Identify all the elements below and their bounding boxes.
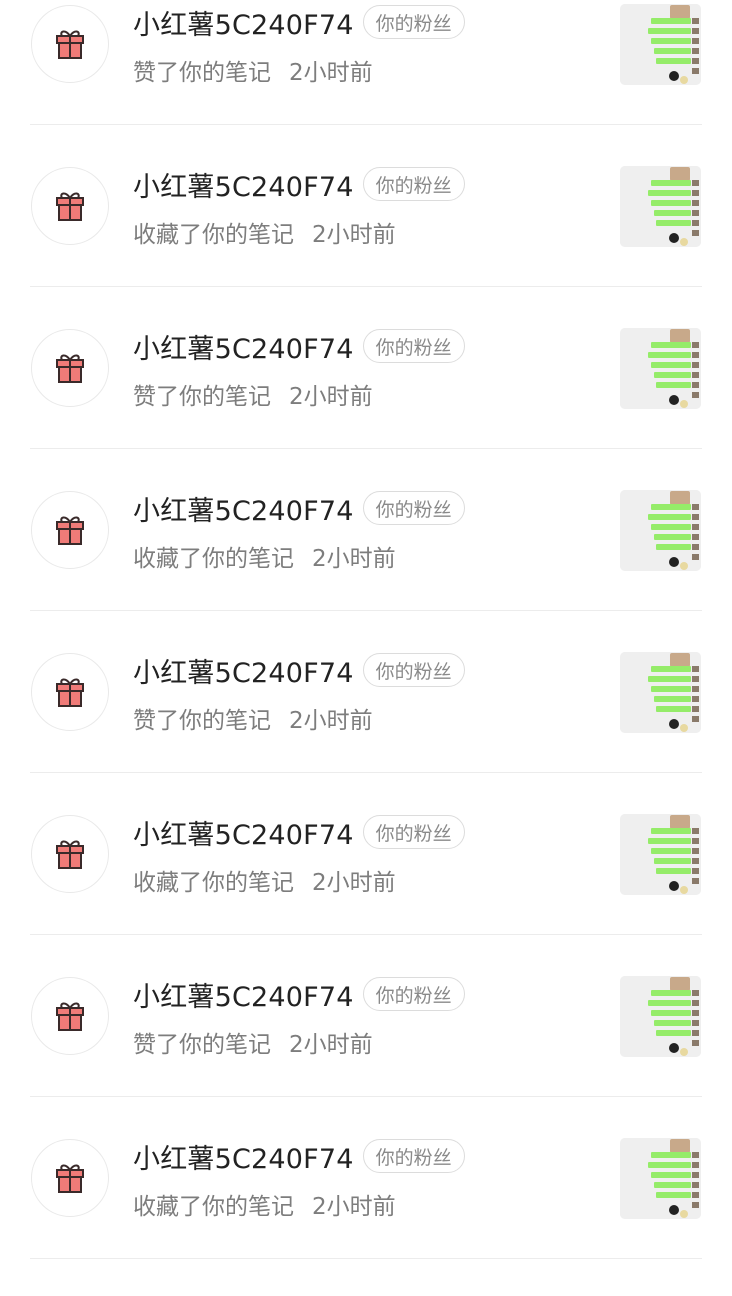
action-line: 赞了你的笔记 2小时前 [133, 700, 373, 736]
row-divider [30, 286, 702, 287]
avatar[interactable] [31, 977, 109, 1055]
fan-badge: 你的粉丝 [362, 491, 465, 525]
row-divider [30, 934, 702, 935]
time-text: 2小时前 [289, 1032, 373, 1058]
notification-item[interactable]: 小红薯5C240F74 你的粉丝 赞了你的笔记 2小时前 [0, 324, 732, 486]
action-text: 收藏了你的笔记 [133, 870, 294, 896]
gift-icon [56, 354, 84, 383]
gift-icon [56, 516, 84, 545]
chat-screenshot-thumbnail [620, 490, 701, 571]
name-line: 小红薯5C240F74 你的粉丝 [133, 1136, 465, 1176]
time-text: 2小时前 [289, 384, 373, 410]
name-line: 小红薯5C240F74 你的粉丝 [133, 974, 465, 1014]
note-thumbnail[interactable] [620, 976, 701, 1057]
time-text: 2小时前 [289, 60, 373, 86]
row-divider [30, 1096, 702, 1097]
name-line: 小红薯5C240F74 你的粉丝 [133, 488, 465, 528]
chat-screenshot-thumbnail [620, 4, 701, 85]
fan-badge: 你的粉丝 [362, 653, 465, 687]
action-line: 赞了你的笔记 2小时前 [133, 52, 373, 88]
name-line: 小红薯5C240F74 你的粉丝 [133, 2, 465, 42]
action-text: 赞了你的笔记 [133, 60, 271, 86]
chat-screenshot-thumbnail [620, 976, 701, 1057]
notification-item[interactable]: 小红薯5C240F74 你的粉丝 收藏了你的笔记 2小时前 [0, 162, 732, 324]
user-name[interactable]: 小红薯5C240F74 [133, 327, 354, 366]
note-thumbnail[interactable] [620, 4, 701, 85]
user-name[interactable]: 小红薯5C240F74 [133, 1137, 354, 1176]
time-text: 2小时前 [312, 546, 396, 572]
gift-icon [56, 192, 84, 221]
action-line: 收藏了你的笔记 2小时前 [133, 538, 396, 574]
gift-icon [56, 30, 84, 59]
notification-item[interactable]: 小红薯5C240F74 你的粉丝 赞了你的笔记 2小时前 [0, 0, 732, 162]
avatar[interactable] [31, 1139, 109, 1217]
row-divider [30, 610, 702, 611]
chat-screenshot-thumbnail [620, 652, 701, 733]
fan-badge: 你的粉丝 [362, 977, 465, 1011]
fan-badge: 你的粉丝 [362, 815, 465, 849]
row-divider [30, 124, 702, 125]
note-thumbnail[interactable] [620, 814, 701, 895]
notification-item[interactable]: 小红薯5C240F74 你的粉丝 收藏了你的笔记 2小时前 [0, 1134, 732, 1296]
name-line: 小红薯5C240F74 你的粉丝 [133, 812, 465, 852]
gift-icon [56, 1002, 84, 1031]
time-text: 2小时前 [312, 222, 396, 248]
action-line: 收藏了你的笔记 2小时前 [133, 1186, 396, 1222]
name-line: 小红薯5C240F74 你的粉丝 [133, 164, 465, 204]
action-line: 收藏了你的笔记 2小时前 [133, 862, 396, 898]
note-thumbnail[interactable] [620, 490, 701, 571]
fan-badge: 你的粉丝 [362, 1139, 465, 1173]
action-text: 收藏了你的笔记 [133, 222, 294, 248]
avatar[interactable] [31, 815, 109, 893]
chat-screenshot-thumbnail [620, 814, 701, 895]
avatar[interactable] [31, 329, 109, 407]
notification-item[interactable]: 小红薯5C240F74 你的粉丝 赞了你的笔记 2小时前 [0, 648, 732, 810]
avatar[interactable] [31, 5, 109, 83]
row-divider [30, 448, 702, 449]
note-thumbnail[interactable] [620, 1138, 701, 1219]
user-name[interactable]: 小红薯5C240F74 [133, 813, 354, 852]
name-line: 小红薯5C240F74 你的粉丝 [133, 650, 465, 690]
row-divider [30, 772, 702, 773]
row-divider [30, 1258, 702, 1259]
action-line: 赞了你的笔记 2小时前 [133, 1024, 373, 1060]
action-text: 赞了你的笔记 [133, 384, 271, 410]
name-line: 小红薯5C240F74 你的粉丝 [133, 326, 465, 366]
action-line: 赞了你的笔记 2小时前 [133, 376, 373, 412]
user-name[interactable]: 小红薯5C240F74 [133, 975, 354, 1014]
notification-item[interactable]: 小红薯5C240F74 你的粉丝 收藏了你的笔记 2小时前 [0, 810, 732, 972]
gift-icon [56, 840, 84, 869]
notification-item[interactable]: 小红薯5C240F74 你的粉丝 收藏了你的笔记 2小时前 [0, 486, 732, 648]
user-name[interactable]: 小红薯5C240F74 [133, 165, 354, 204]
avatar[interactable] [31, 167, 109, 245]
notification-item[interactable]: 小红薯5C240F74 你的粉丝 赞了你的笔记 2小时前 [0, 972, 732, 1134]
gift-icon [56, 1164, 84, 1193]
chat-screenshot-thumbnail [620, 1138, 701, 1219]
action-line: 收藏了你的笔记 2小时前 [133, 214, 396, 250]
action-text: 收藏了你的笔记 [133, 1194, 294, 1220]
chat-screenshot-thumbnail [620, 166, 701, 247]
user-name[interactable]: 小红薯5C240F74 [133, 3, 354, 42]
avatar[interactable] [31, 653, 109, 731]
note-thumbnail[interactable] [620, 328, 701, 409]
fan-badge: 你的粉丝 [362, 5, 465, 39]
time-text: 2小时前 [312, 870, 396, 896]
time-text: 2小时前 [312, 1194, 396, 1220]
action-text: 赞了你的笔记 [133, 1032, 271, 1058]
note-thumbnail[interactable] [620, 166, 701, 247]
note-thumbnail[interactable] [620, 652, 701, 733]
fan-badge: 你的粉丝 [362, 329, 465, 363]
user-name[interactable]: 小红薯5C240F74 [133, 651, 354, 690]
fan-badge: 你的粉丝 [362, 167, 465, 201]
action-text: 收藏了你的笔记 [133, 546, 294, 572]
avatar[interactable] [31, 491, 109, 569]
gift-icon [56, 678, 84, 707]
user-name[interactable]: 小红薯5C240F74 [133, 489, 354, 528]
action-text: 赞了你的笔记 [133, 708, 271, 734]
chat-screenshot-thumbnail [620, 328, 701, 409]
time-text: 2小时前 [289, 708, 373, 734]
